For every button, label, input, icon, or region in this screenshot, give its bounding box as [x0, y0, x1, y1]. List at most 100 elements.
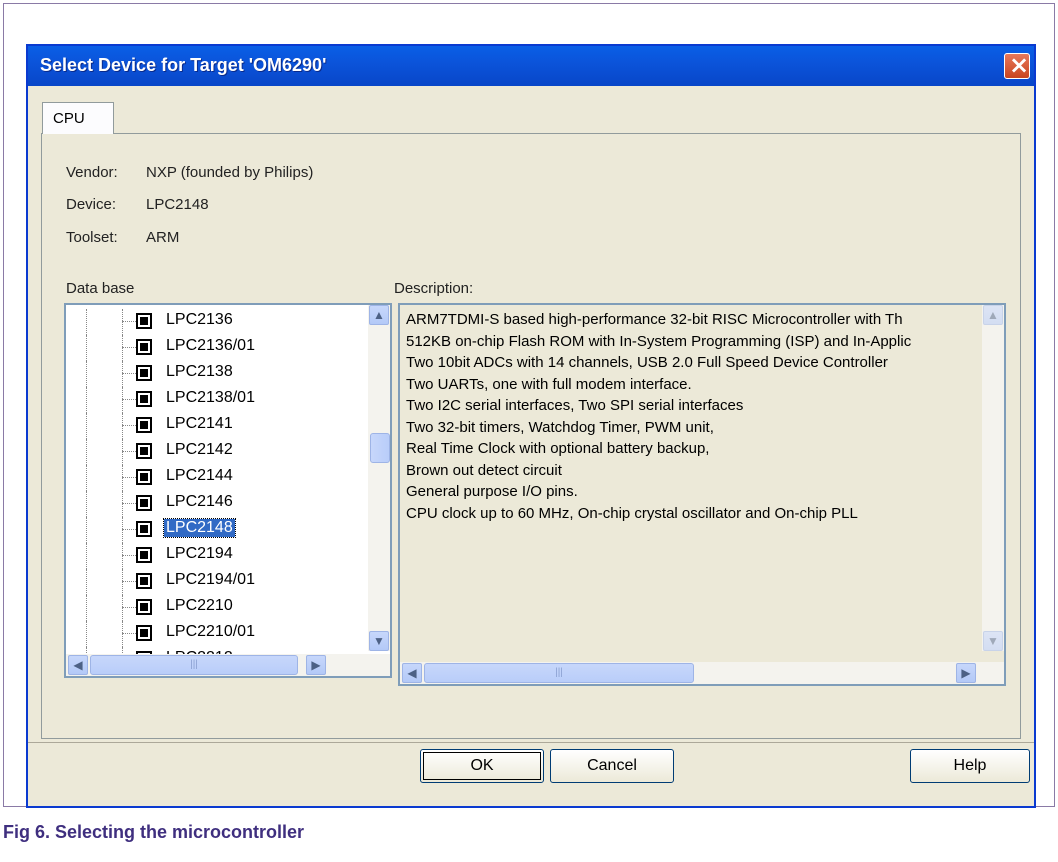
- tree-item-label: LPC2194: [166, 545, 233, 562]
- tree-branch-line: [122, 321, 136, 322]
- tree-item-label: LPC2144: [166, 467, 233, 484]
- chip-icon: [136, 313, 152, 329]
- tree-item[interactable]: LPC2144: [66, 465, 336, 491]
- tree-guide-line: [122, 309, 123, 335]
- tree-item-label: LPC2210/01: [166, 623, 255, 640]
- chip-icon: [136, 469, 152, 485]
- scroll-left-icon[interactable]: ◀: [68, 655, 88, 675]
- chip-icon: [136, 547, 152, 563]
- tree-item-label: LPC2136: [166, 311, 233, 328]
- desc-hscroll-thumb[interactable]: |||: [424, 663, 694, 683]
- tree-guide-line: [86, 465, 87, 491]
- tree-branch-line: [122, 451, 136, 452]
- tree-guide-line: [86, 491, 87, 517]
- vendor-value: NXP (founded by Philips): [146, 164, 314, 181]
- tree-item[interactable]: LPC2210: [66, 595, 336, 621]
- chip-icon: [136, 443, 152, 459]
- description-line: Brown out detect circuit: [406, 461, 562, 479]
- tree-guide-line: [122, 335, 123, 361]
- scroll-up-icon[interactable]: ▲: [369, 305, 389, 325]
- tree-guide-line: [86, 595, 87, 621]
- chip-icon: [136, 573, 152, 589]
- tree-item[interactable]: LPC2194/01: [66, 569, 336, 595]
- cancel-button[interactable]: Cancel: [550, 749, 674, 783]
- database-label: Data base: [66, 280, 135, 297]
- tree-branch-line: [122, 555, 136, 556]
- tree-horizontal-scrollbar[interactable]: ◀ ||| ▶: [66, 654, 390, 676]
- tab-cpu[interactable]: CPU: [42, 102, 114, 134]
- tree-guide-line: [86, 439, 87, 465]
- tree-guide-line: [86, 387, 87, 413]
- tree-hscroll-thumb[interactable]: |||: [90, 655, 298, 675]
- description-label: Description:: [394, 280, 474, 297]
- tree-item[interactable]: LPC2146: [66, 491, 336, 517]
- tree-branch-line: [122, 503, 136, 504]
- tree-vertical-scrollbar[interactable]: ▲ ▼: [368, 305, 390, 651]
- chip-icon: [136, 391, 152, 407]
- tree-guide-line: [86, 309, 87, 335]
- tree-item[interactable]: LPC2194: [66, 543, 336, 569]
- description-line: 512KB on-chip Flash ROM with In-System P…: [406, 332, 912, 350]
- title-bar[interactable]: Select Device for Target 'OM6290' ×: [28, 46, 1034, 86]
- tree-item[interactable]: LPC2141: [66, 413, 336, 439]
- tree-item-label: LPC2194/01: [166, 571, 255, 588]
- description-line: ARM7TDMI-S based high-performance 32-bit…: [406, 311, 903, 328]
- desc-scroll-left-icon[interactable]: ◀: [402, 663, 422, 683]
- tree-item[interactable]: LPC2136: [66, 309, 336, 335]
- description-line: Two 32-bit timers, Watchdog Timer, PWM u…: [406, 418, 714, 436]
- button-bar-separator: [28, 742, 1034, 743]
- tree-branch-line: [122, 581, 136, 582]
- tree-item-label: LPC2142: [166, 441, 233, 458]
- desc-scroll-right-icon[interactable]: ▶: [956, 663, 976, 683]
- tree-guide-line: [122, 621, 123, 647]
- device-database-tree[interactable]: LPC2136 LPC2136/01 LPC2138 LPC2138/01 LPC214…: [64, 303, 392, 678]
- chip-icon: [136, 417, 152, 433]
- tree-branch-line: [122, 399, 136, 400]
- close-button[interactable]: ×: [1004, 51, 1030, 79]
- tree-guide-line: [86, 413, 87, 439]
- tree-item-label: LPC2138: [166, 363, 233, 380]
- description-line: Two UARTs, one with full modem interface…: [406, 375, 692, 393]
- tree-item-label: LPC2148: [163, 518, 236, 538]
- tree-guide-line: [86, 361, 87, 387]
- tree-guide-line: [86, 517, 87, 543]
- desc-vertical-scrollbar[interactable]: ▲ ▼: [982, 305, 1004, 651]
- tree-guide-line: [86, 543, 87, 569]
- tree-item[interactable]: LPC2138/01: [66, 387, 336, 413]
- desc-horizontal-scrollbar[interactable]: ◀ ||| ▶: [400, 662, 1004, 684]
- tree-item[interactable]: LPC2138: [66, 361, 336, 387]
- dialog-title: Select Device for Target 'OM6290': [40, 55, 327, 75]
- scroll-down-icon[interactable]: ▼: [369, 631, 389, 651]
- desc-scroll-down-icon[interactable]: ▼: [983, 631, 1003, 651]
- tree-item[interactable]: LPC2210/01: [66, 621, 336, 647]
- chip-icon: [136, 625, 152, 641]
- description-box[interactable]: ARM7TDMI-S based high-performance 32-bit…: [398, 303, 1006, 686]
- tree-item-label: LPC2136/01: [166, 337, 255, 354]
- tree-guide-line: [122, 569, 123, 595]
- tree-guide-line: [122, 361, 123, 387]
- help-button[interactable]: Help: [910, 749, 1030, 783]
- tree-guide-line: [86, 569, 87, 595]
- chip-icon: [136, 495, 152, 511]
- tree-item-label: LPC2138/01: [166, 389, 255, 406]
- description-line: Real Time Clock with optional battery ba…: [406, 440, 710, 457]
- chip-icon: [136, 339, 152, 355]
- tree-vscroll-thumb[interactable]: [370, 433, 390, 463]
- scroll-right-icon[interactable]: ▶: [306, 655, 326, 675]
- description-line: Two I2C serial interfaces, Two SPI seria…: [406, 397, 744, 414]
- figure-frame: Select Device for Target 'OM6290' × CPU …: [3, 3, 1055, 808]
- tree-guide-line: [122, 439, 123, 465]
- desc-scroll-up-icon[interactable]: ▲: [983, 305, 1003, 325]
- ok-button[interactable]: OK: [420, 749, 544, 783]
- tree-item[interactable]: LPC2142: [66, 439, 336, 465]
- figure-caption: Fig 6. Selecting the microcontroller: [3, 822, 305, 842]
- device-value: LPC2148: [146, 196, 209, 213]
- tree-guide-line: [122, 491, 123, 517]
- chip-icon: [136, 521, 152, 537]
- tree-item[interactable]: LPC2136/01: [66, 335, 336, 361]
- tree-guide-line: [122, 543, 123, 569]
- tree-item[interactable]: LPC2148: [66, 517, 336, 543]
- tree-guide-line: [122, 413, 123, 439]
- tree-guide-line: [122, 595, 123, 621]
- select-device-dialog: Select Device for Target 'OM6290' × CPU …: [26, 44, 1036, 808]
